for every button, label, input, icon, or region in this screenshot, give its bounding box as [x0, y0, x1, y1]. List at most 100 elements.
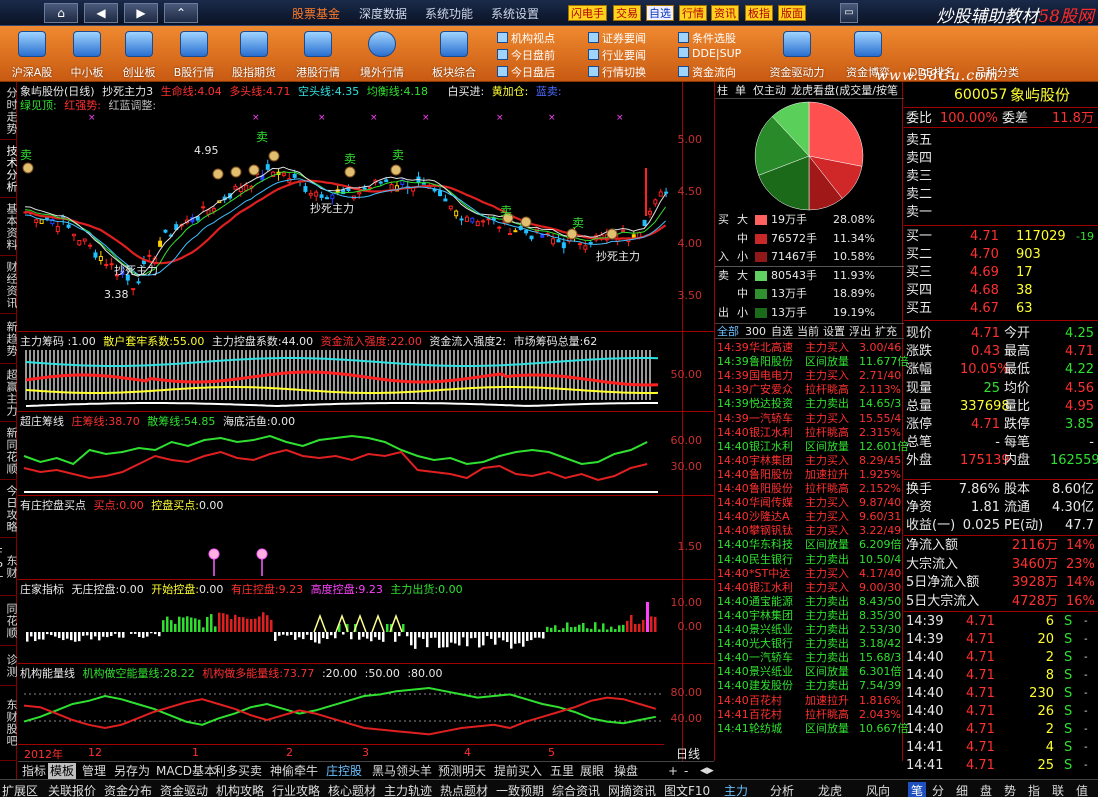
chip-panel[interactable]: 主力筹码 :1.00 散户套牢系数:55.00 主力控盘系数:44.00 资金流…: [18, 332, 714, 412]
tab-analysis[interactable]: 分析: [770, 782, 794, 797]
radar-row[interactable]: 14:40 通宝能源 主力卖出 8.43/50: [715, 595, 904, 608]
tab-template[interactable]: 模板: [48, 763, 77, 779]
tab-macd[interactable]: MACD基本: [154, 763, 218, 779]
vtab-intraday[interactable]: 分时走势: [0, 82, 18, 140]
tab-minute[interactable]: 分: [932, 782, 944, 797]
vtab-guba[interactable]: 东财股吧: [0, 686, 18, 761]
remove-tab-button[interactable]: -: [682, 763, 690, 779]
toolbar-postmarket[interactable]: 今日盘后: [497, 64, 555, 80]
toolbar-condition-pick[interactable]: 条件选股: [678, 30, 736, 46]
tab-indicator[interactable]: 指标: [20, 763, 48, 779]
toolbar-industry-news[interactable]: 行业要闻: [588, 47, 646, 63]
radar-row[interactable]: 14:40 银江水利 区间放量 12.601倍: [715, 440, 909, 453]
radar-row[interactable]: 14:40 银江水利 拉杆眺高 2.315%: [715, 426, 904, 439]
toolbar-inst-view[interactable]: 机构视点: [497, 30, 555, 46]
radar-row[interactable]: 14:40 建发股份 主力卖出 7.54/39: [715, 680, 904, 692]
tab-dragon-tiger[interactable]: 龙虎: [818, 782, 842, 797]
tab-detail[interactable]: 细: [956, 782, 968, 797]
toolbar-index-futures[interactable]: 股指期货: [226, 26, 282, 82]
toolbar-chinext[interactable]: 创业板: [114, 26, 164, 82]
period-selector[interactable]: 日线: [676, 745, 700, 762]
tab-trades[interactable]: 笔: [908, 782, 927, 797]
tag-watchlist[interactable]: 自选: [646, 5, 674, 21]
toolbar-premarket[interactable]: 今日盘前: [497, 47, 555, 63]
tab-book[interactable]: 盘: [980, 782, 992, 797]
tab-general-news[interactable]: 综合资讯: [552, 782, 600, 797]
radar-row[interactable]: 14:41 百花村 拉杆眺高 2.043%: [715, 708, 904, 721]
radar-row[interactable]: 14:39 华北高速 主力买入 3.00/46: [715, 342, 904, 354]
radar-row[interactable]: 14:40 民生银行 主力卖出 10.50/4: [715, 553, 904, 566]
tab-manage[interactable]: 管理: [80, 763, 108, 779]
scroll-tabs-button[interactable]: ◀▶: [698, 763, 716, 779]
menu-system-function[interactable]: 系统功能: [425, 5, 473, 22]
tab-core-theme[interactable]: 核心题材: [328, 782, 376, 797]
window-controls[interactable]: ▭: [840, 3, 858, 23]
radar-row[interactable]: 14:40 沙隆达A 主力买入 9.60/31: [715, 511, 904, 523]
vtab-diagnose[interactable]: 诊测: [0, 646, 18, 686]
radar-row[interactable]: 14:40 一汽轿车 主力卖出 15.68/3: [715, 652, 904, 664]
radar-row[interactable]: 14:40 鲁阳股份 加速拉升 1.925%: [715, 468, 904, 481]
tab-active-only[interactable]: 仅主动: [753, 82, 786, 99]
radar-row[interactable]: 14:40 宇林集团 主力买入 8.29/45: [715, 454, 904, 467]
vtab-new-trend[interactable]: 新趋势: [0, 314, 18, 364]
menu-depth-data[interactable]: 深度数据: [359, 5, 407, 22]
back-button[interactable]: ◀: [84, 3, 118, 23]
toolbar-fund-driver[interactable]: 资金驱动力: [764, 26, 830, 82]
filter-expand[interactable]: 扩充: [875, 324, 897, 339]
tab-linked[interactable]: 联: [1052, 782, 1064, 797]
radar-row[interactable]: 14:39 国电电力 主力买入 2.71/40: [715, 370, 904, 382]
filter-all[interactable]: 全部: [717, 324, 739, 339]
tab-zhanyan[interactable]: 展眼: [578, 763, 606, 779]
forward-button[interactable]: ▶: [124, 3, 158, 23]
toolbar-sector-overview[interactable]: 板块综合: [424, 26, 484, 82]
tab-dark-horse[interactable]: 黑马领头羊: [370, 763, 434, 779]
vtab-today-strategy[interactable]: 今日攻略: [0, 480, 18, 538]
tab-inst-strategy[interactable]: 机构攻略: [216, 782, 264, 797]
radar-row[interactable]: 14:41 轮纺城 区间放量 10.667倍: [715, 722, 909, 735]
vtab-fundamentals[interactable]: 基本资料: [0, 198, 18, 256]
filter-current[interactable]: 当前: [797, 324, 819, 339]
toolbar-b-share[interactable]: B股行情: [168, 26, 220, 82]
radar-row[interactable]: 14:39 广安爱众 拉杆眺高 2.113%: [715, 384, 904, 396]
radar-row[interactable]: 14:40 攀钢钒钛 主力买入 3.22/49: [715, 525, 904, 537]
toolbar-sh-sz-a[interactable]: 沪深A股: [6, 26, 58, 82]
radar-row[interactable]: 14:40 宇林集团 主力卖出 8.35/30: [715, 609, 904, 622]
tab-consensus[interactable]: 一致预期: [496, 782, 544, 797]
radar-row[interactable]: 14:40 光大银行 主力卖出 3.18/42: [715, 638, 904, 650]
tab-shentou[interactable]: 神偷牵牛: [268, 763, 320, 779]
tab-wuli[interactable]: 五里: [548, 763, 576, 779]
tab-predict[interactable]: 预测明天: [436, 763, 488, 779]
toolbar-sec-news[interactable]: 证券要闻: [588, 30, 646, 46]
tab-f10[interactable]: 图文F10: [664, 782, 710, 797]
radar-row[interactable]: 14:40 银江水利 主力买入 9.00/30: [715, 581, 904, 594]
toolbar-fund-flow[interactable]: 资金流向: [678, 64, 736, 80]
tab-operate[interactable]: 操盘: [612, 763, 640, 779]
tag-news[interactable]: 资讯: [711, 5, 739, 21]
radar-row[interactable]: 14:40 景兴纸业 区间放量 6.301倍: [715, 666, 904, 678]
tab-industry-strategy[interactable]: 行业攻略: [272, 782, 320, 797]
toolbar-sme-board[interactable]: 中小板: [62, 26, 112, 82]
tab-bar[interactable]: 柱: [717, 82, 728, 99]
filter-settings[interactable]: 设置: [823, 324, 845, 339]
radar-row[interactable]: 14:39 鲁阳股份 区间放量 11.677倍: [715, 356, 909, 368]
radar-row[interactable]: 14:40 华闻传媒 主力买入 9.87/40: [715, 497, 904, 509]
radar-row[interactable]: 14:40 景兴纸业 主力卖出 2.53/30: [715, 624, 904, 636]
vtab-eastmoney-fpt[interactable]: 东财FPT: [0, 538, 18, 596]
buy-point-panel[interactable]: 有庄控盘买点 买点:0.00 控盘买点:0.00 1.50: [18, 496, 714, 580]
dealer-panel[interactable]: 庄家指标 无庄控盘:0.00 开始控盘:0.00 有庄控盘:9.23 高度控盘:…: [18, 580, 714, 664]
tab-index[interactable]: 指: [1028, 782, 1040, 797]
institution-panel[interactable]: 机构能量线 机构做空能量线:28.22 机构做多能量线:73.77 :20.00…: [18, 664, 714, 761]
tag-trade[interactable]: 交易: [613, 5, 641, 21]
tab-order[interactable]: 单: [735, 82, 746, 99]
tag-index[interactable]: 板指: [745, 5, 773, 21]
tab-extension[interactable]: 扩展区: [2, 782, 38, 797]
radar-row[interactable]: 14:40 百花村 加速拉升 1.816%: [715, 694, 904, 707]
vtab-super-main[interactable]: 超赢主力: [0, 364, 18, 422]
tab-hot-theme[interactable]: 热点题材: [440, 782, 488, 797]
tab-dragon-view[interactable]: 龙虎看盘(成交量/按笔: [791, 82, 898, 99]
tab-fund-distribution[interactable]: 资金分布: [104, 782, 152, 797]
radar-row[interactable]: 14:40 鲁阳股份 拉杆眺高 2.152%: [715, 483, 904, 495]
radar-row[interactable]: 14:39 悦达投资 主力卖出 14.65/3: [715, 398, 904, 410]
tab-related-quote[interactable]: 关联报价: [48, 782, 96, 797]
radar-row[interactable]: 14:39 一汽轿车 主力买入 15.55/4: [715, 412, 904, 425]
